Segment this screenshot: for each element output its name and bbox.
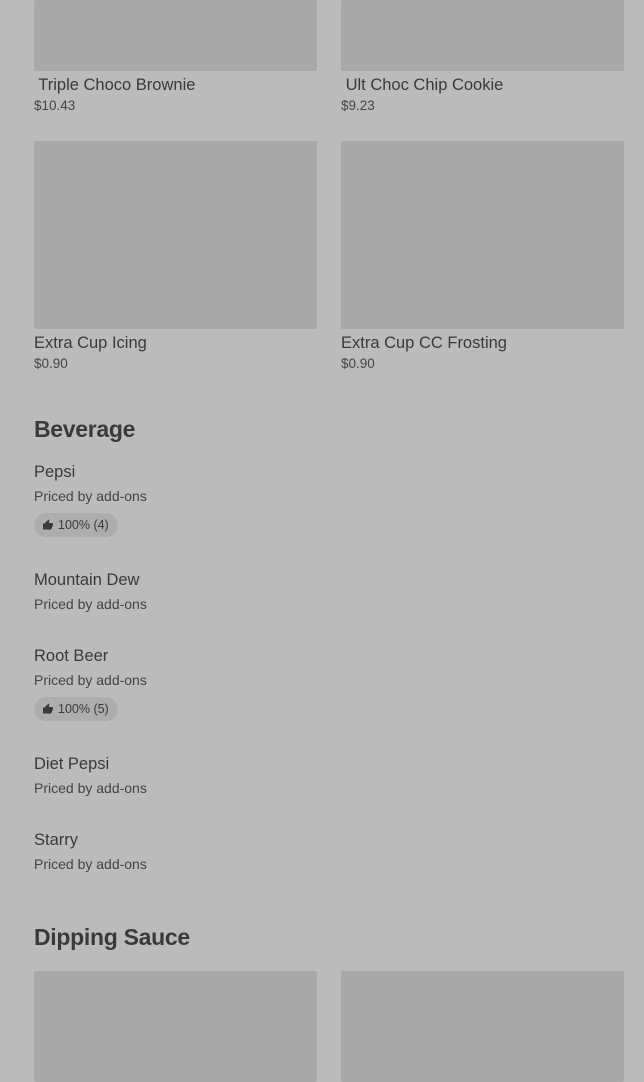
menu-item-image	[341, 0, 624, 71]
beverage-item-desc: Priced by add-ons	[34, 488, 147, 504]
thumbs-up-icon	[42, 703, 54, 715]
beverage-item-name: Starry	[34, 831, 79, 849]
menu-item-name: Extra Cup Icing	[34, 334, 147, 352]
menu-item-image	[34, 0, 317, 71]
menu-item-name: Triple Choco Brownie	[34, 76, 196, 94]
beverage-item[interactable]: Mountain Dew Priced by add-ons	[34, 570, 624, 612]
menu-item-image	[34, 971, 317, 1082]
beverage-item[interactable]: Diet Pepsi Priced by add-ons	[34, 754, 624, 796]
menu-item-card[interactable]: Triple Choco Brownie $10.43	[34, 0, 317, 114]
beverage-item-name: Diet Pepsi	[34, 755, 110, 773]
beverage-item-desc: Priced by add-ons	[34, 596, 147, 612]
beverage-item-name: Mountain Dew	[34, 571, 140, 589]
menu-item-price: $0.90	[34, 356, 68, 371]
beverage-item-name: Pepsi	[34, 463, 76, 481]
menu-item-name: Extra Cup CC Frosting	[341, 334, 507, 352]
beverage-item[interactable]: Pepsi Priced by add-ons 100% (4)	[34, 462, 624, 537]
thumbs-up-icon	[42, 519, 54, 531]
rating-text: 100% (4)	[58, 518, 109, 532]
menu-item-image	[341, 971, 624, 1082]
beverage-item[interactable]: Root Beer Priced by add-ons 100% (5)	[34, 646, 624, 721]
menu-item-price: $9.23	[341, 98, 375, 113]
beverage-item-desc: Priced by add-ons	[34, 856, 147, 872]
menu-item-card[interactable]: Extra Cup CC Frosting $0.90	[341, 141, 624, 372]
beverage-item[interactable]: Starry Priced by add-ons	[34, 830, 624, 872]
menu-item-price: $10.43	[34, 98, 76, 113]
section-title-beverage: Beverage	[34, 416, 136, 442]
beverage-item-desc: Priced by add-ons	[34, 780, 147, 796]
menu-item-image	[34, 141, 317, 329]
rating-badge: 100% (4)	[34, 513, 118, 537]
menu-item-card[interactable]	[341, 971, 624, 1082]
rating-badge: 100% (5)	[34, 697, 118, 721]
section-title-dipping-sauce: Dipping Sauce	[34, 924, 190, 950]
beverage-item-desc: Priced by add-ons	[34, 672, 147, 688]
menu-item-name: Ult Choc Chip Cookie	[341, 76, 504, 94]
menu-item-card[interactable]: Ult Choc Chip Cookie $9.23	[341, 0, 624, 114]
menu-item-card[interactable]: Extra Cup Icing $0.90	[34, 141, 317, 372]
menu-item-price: $0.90	[341, 356, 375, 371]
menu-item-card[interactable]	[34, 971, 317, 1082]
menu-item-image	[341, 141, 624, 329]
rating-text: 100% (5)	[58, 702, 109, 716]
beverage-item-name: Root Beer	[34, 647, 109, 665]
